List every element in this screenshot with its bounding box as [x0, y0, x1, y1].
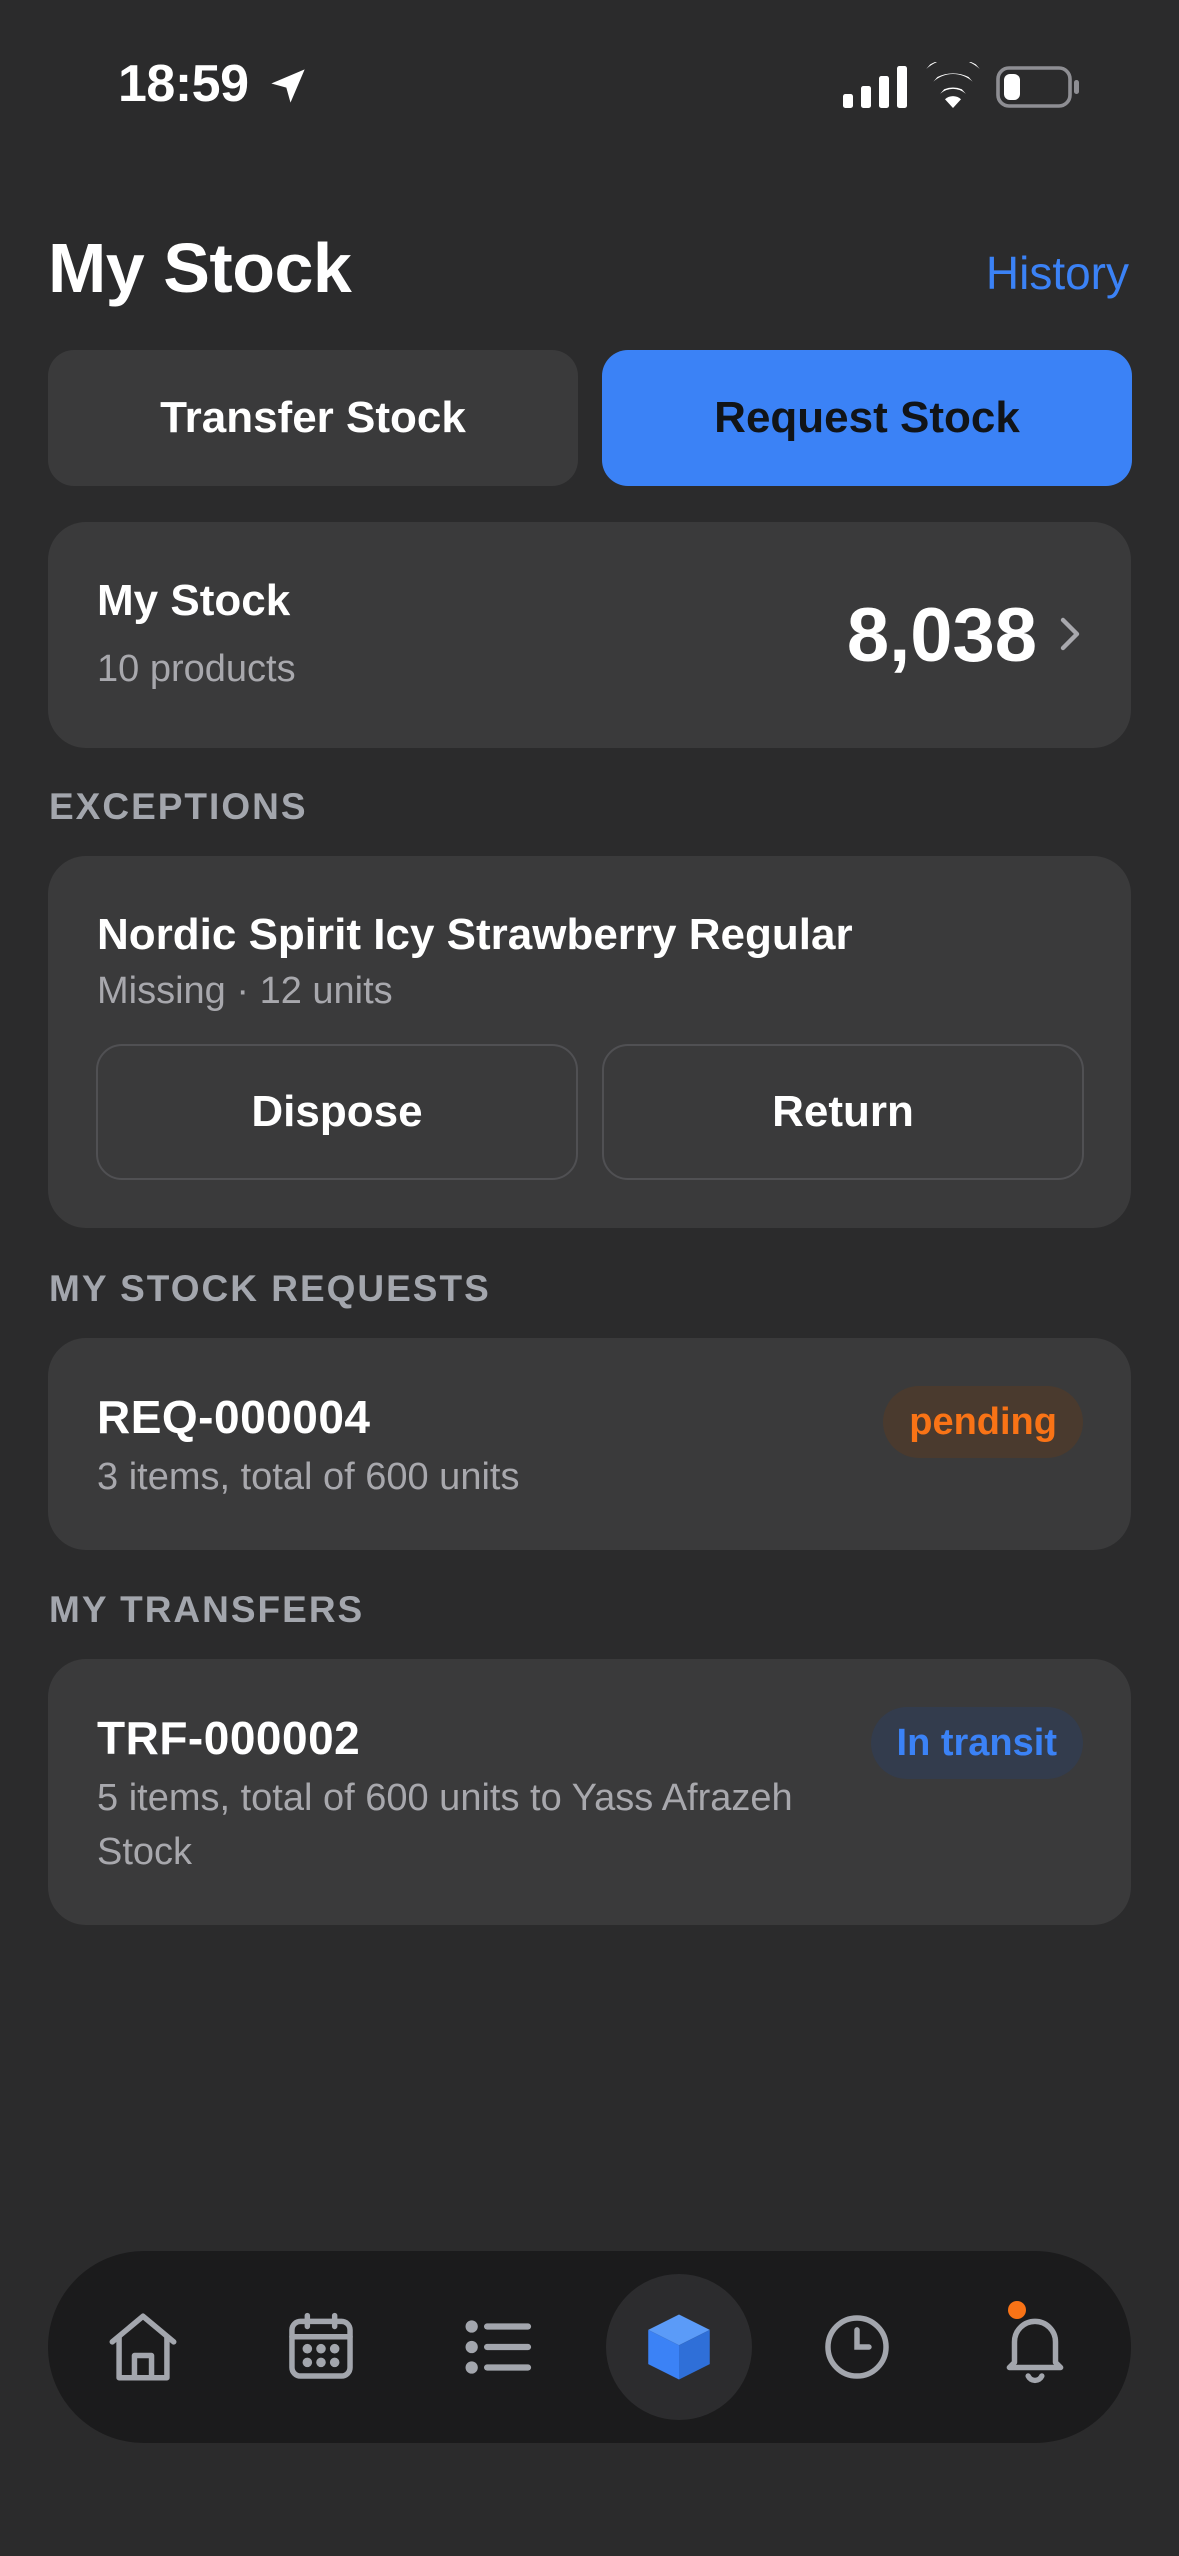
nav-home[interactable] — [68, 2251, 218, 2443]
return-button[interactable]: Return — [602, 1044, 1084, 1180]
nav-stock[interactable] — [604, 2251, 754, 2443]
exception-detail: Missing · 12 units — [97, 970, 393, 1012]
home-icon — [109, 2313, 177, 2381]
status-time: 18:59 — [118, 55, 249, 113]
wifi-icon — [926, 62, 980, 108]
dispose-button[interactable]: Dispose — [96, 1044, 578, 1180]
request-summary: 3 items, total of 600 units — [97, 1456, 520, 1498]
clock-icon — [825, 2315, 889, 2379]
exceptions-section-label: EXCEPTIONS — [49, 786, 308, 827]
transfer-stock-button[interactable]: Transfer Stock — [48, 350, 578, 486]
transfer-summary: 5 items, total of 600 units to Yass Afra… — [97, 1777, 793, 1873]
screen: 18:59 My Stock History Transfer Stock Re… — [0, 0, 1179, 2556]
nav-notifications[interactable] — [960, 2251, 1110, 2443]
transfers-section-label: MY TRANSFERS — [49, 1589, 365, 1630]
nav-history[interactable] — [782, 2251, 932, 2443]
chevron-right-icon — [1060, 617, 1080, 651]
nav-calendar[interactable] — [246, 2251, 396, 2443]
bottom-nav — [48, 2251, 1131, 2443]
request-id: REQ-000004 — [97, 1391, 371, 1443]
stock-requests-section-label: MY STOCK REQUESTS — [49, 1268, 491, 1309]
calendar-icon — [289, 2312, 353, 2379]
status-bar: 18:59 — [0, 0, 1179, 170]
box-icon — [648, 2314, 710, 2380]
stock-total-units: 8,038 — [846, 593, 1037, 678]
nav-list[interactable] — [424, 2251, 574, 2443]
location-arrow-icon — [271, 69, 305, 103]
exception-card: Nordic Spirit Icy Strawberry Regular Mis… — [48, 856, 1131, 1228]
page-title: My Stock — [48, 229, 352, 307]
cellular-signal-icon — [843, 66, 907, 108]
transfer-card[interactable]: TRF-000002 5 items, total of 600 units t… — [48, 1659, 1131, 1925]
list-icon — [465, 2320, 532, 2374]
my-stock-card[interactable]: My Stock 10 products 8,038 — [48, 522, 1131, 748]
exception-product-name: Nordic Spirit Icy Strawberry Regular — [97, 910, 853, 959]
stock-request-card[interactable]: REQ-000004 3 items, total of 600 units p… — [48, 1338, 1131, 1550]
history-link[interactable]: History — [986, 246, 1129, 300]
notification-dot — [1008, 2301, 1026, 2319]
request-stock-button[interactable]: Request Stock — [602, 350, 1132, 486]
status-badge: pending — [883, 1386, 1083, 1458]
status-badge: In transit — [870, 1707, 1083, 1779]
stock-product-count: 10 products — [97, 648, 296, 690]
stock-card-title: My Stock — [97, 576, 291, 625]
bell-icon — [1006, 2318, 1064, 2384]
battery-icon — [996, 66, 1079, 108]
transfer-id: TRF-000002 — [97, 1712, 361, 1764]
